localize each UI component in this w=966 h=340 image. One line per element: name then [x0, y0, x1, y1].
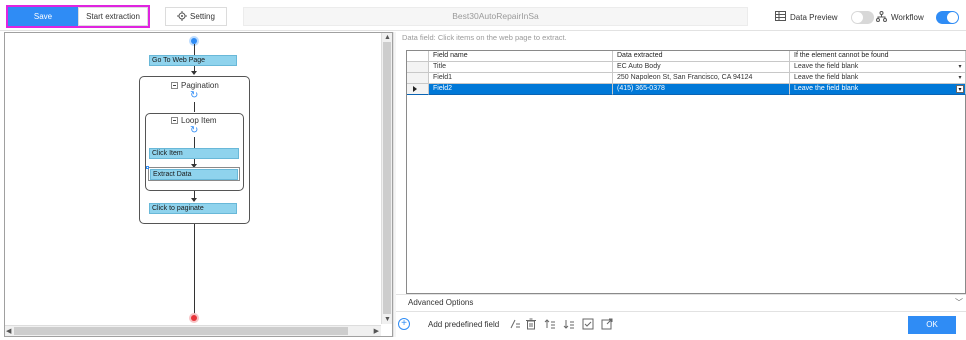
end-node — [191, 315, 197, 321]
step-extract-data[interactable]: Extract Data — [150, 169, 238, 180]
horizontal-scrollbar[interactable]: ◀ ▶ — [5, 325, 381, 336]
field-name-cell[interactable]: Field1 — [429, 73, 613, 84]
move-down-icon[interactable] — [563, 318, 575, 331]
data-field-hint: Data field: Click items on the web page … — [402, 33, 567, 42]
column-header[interactable]: If the element cannot be found — [790, 51, 966, 62]
flow-icon — [876, 10, 887, 24]
delete-icon[interactable] — [525, 318, 537, 331]
move-up-icon[interactable] — [544, 318, 556, 331]
collapse-icon[interactable] — [171, 82, 178, 89]
setting-button[interactable]: Setting — [165, 7, 227, 26]
table-row-selected[interactable]: Field2 (415) 365-0378 Leave the field bl… — [407, 84, 966, 95]
horizontal-scroll-thumb[interactable] — [14, 327, 348, 335]
drop-marker — [146, 166, 149, 169]
start-extraction-button[interactable]: Start extraction — [78, 7, 148, 26]
step-go-to-web-page[interactable]: Go To Web Page — [149, 55, 237, 66]
workflow-control: Workflow — [876, 9, 959, 25]
step-click-item[interactable]: Click Item — [149, 148, 239, 159]
advanced-options[interactable]: Advanced Options ﹀ — [396, 294, 966, 311]
open-icon[interactable] — [601, 318, 613, 331]
step-click-to-paginate[interactable]: Click to paginate — [149, 203, 237, 214]
data-preview-control: Data Preview — [775, 9, 874, 25]
check-icon[interactable] — [582, 318, 594, 331]
fallback-cell[interactable]: Leave the field blank ▾ — [790, 84, 966, 95]
table-row[interactable]: Field1 250 Napoleon St, San Francisco, C… — [407, 73, 966, 84]
fallback-cell[interactable]: Leave the field blank ▾ — [790, 62, 966, 73]
ok-button[interactable]: OK — [908, 316, 956, 334]
workflow-toggle[interactable] — [935, 10, 959, 24]
loop-icon: ↻ — [190, 125, 199, 136]
data-fields-table: Field name Data extracted If the element… — [406, 50, 966, 294]
dropdown-arrow-icon[interactable]: ▾ — [956, 63, 964, 71]
data-extracted-cell[interactable]: 250 Napoleon St, San Francisco, CA 94124 — [613, 73, 790, 84]
data-preview-toggle[interactable] — [850, 10, 874, 24]
vertical-scrollbar[interactable]: ▲ ▼ — [381, 33, 392, 324]
data-preview-label: Data Preview — [790, 12, 838, 22]
workflow-canvas: Go To Web Page Pagination ↻ Loop Item ↻ … — [5, 33, 381, 324]
column-header[interactable]: Field name — [429, 51, 613, 62]
scroll-right-icon[interactable]: ▶ — [374, 327, 379, 336]
column-header[interactable]: Data extracted — [613, 51, 790, 62]
panel-divider[interactable] — [393, 32, 396, 337]
chevron-down-icon[interactable]: ﹀ — [955, 295, 963, 311]
gear-icon — [177, 10, 188, 23]
vertical-scroll-thumb[interactable] — [383, 42, 391, 314]
workflow-label: Workflow — [891, 12, 924, 22]
dropdown-arrow-icon[interactable]: ▾ — [956, 74, 964, 82]
row-pointer-icon — [413, 86, 417, 92]
scroll-up-icon[interactable]: ▲ — [384, 33, 391, 42]
data-extracted-cell[interactable]: (415) 365-0378 — [613, 84, 790, 95]
field-name-cell[interactable]: Title — [429, 62, 613, 73]
setting-label: Setting — [190, 12, 215, 21]
save-button[interactable]: Save — [8, 7, 78, 26]
table-header: Field name Data extracted If the element… — [407, 51, 966, 62]
loop-item-title: Loop Item — [171, 116, 217, 125]
fallback-cell[interactable]: Leave the field blank ▾ — [790, 73, 966, 84]
data-extracted-cell[interactable]: EC Auto Body — [613, 62, 790, 73]
scroll-left-icon[interactable]: ◀ — [6, 327, 11, 336]
pagination-title: Pagination — [171, 81, 219, 90]
field-toolbar: + Add predefined field OK — [396, 311, 966, 337]
toolbar: Save Start extraction Setting Best30Auto… — [0, 0, 966, 31]
plus-circle-icon[interactable]: + — [398, 318, 410, 330]
table-icon — [775, 11, 786, 23]
loop-icon: ↻ — [190, 90, 199, 101]
field-name-cell[interactable]: Field2 — [429, 84, 613, 95]
collapse-icon[interactable] — [171, 117, 178, 124]
rename-icon[interactable] — [509, 318, 521, 331]
scroll-down-icon[interactable]: ▼ — [384, 315, 391, 324]
task-name-field[interactable]: Best30AutoRepairInSa — [243, 7, 748, 26]
workflow-panel: Go To Web Page Pagination ↻ Loop Item ↻ … — [4, 32, 393, 337]
table-row[interactable]: Title EC Auto Body Leave the field blank… — [407, 62, 966, 73]
add-predefined-field-button[interactable]: Add predefined field — [428, 320, 499, 329]
dropdown-arrow-icon[interactable]: ▾ — [956, 85, 964, 93]
